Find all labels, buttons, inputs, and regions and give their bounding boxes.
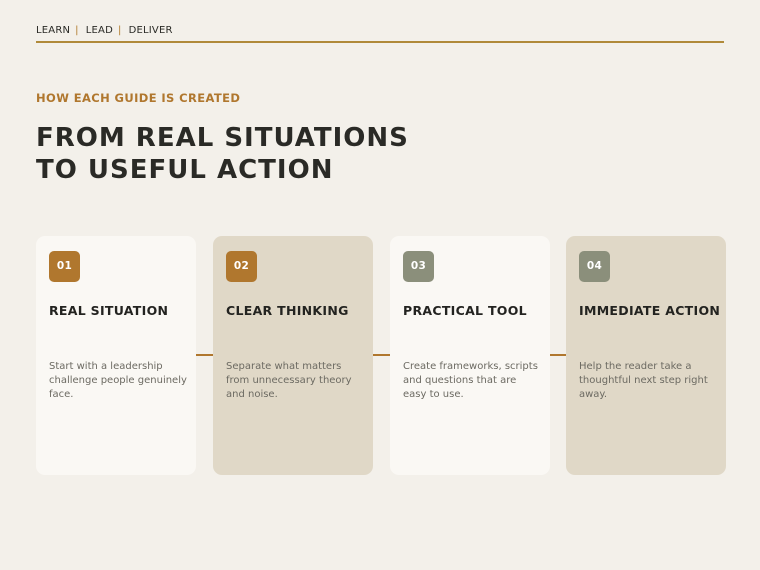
page-title-line-1: FROM REAL SITUATIONS — [36, 123, 409, 153]
section-eyebrow: HOW EACH GUIDE IS CREATED — [36, 91, 241, 105]
step-number-badge: 03 — [403, 251, 434, 282]
page-title-line-2: TO USEFUL ACTION — [36, 155, 334, 185]
step-connector — [549, 354, 567, 356]
step-description: Create frameworks, scripts and questions… — [403, 361, 538, 400]
step-description: Help the reader take a thoughtful next s… — [579, 361, 708, 400]
step-card-immediate-action: 04 IMMEDIATE ACTION Help the reader take… — [566, 236, 726, 475]
nav-separator: | — [75, 24, 79, 36]
step-description: Start with a leadership challenge people… — [49, 361, 187, 400]
page-title: FROM REAL SITUATIONS TO USEFUL ACTION — [36, 122, 409, 186]
nav-item-lead[interactable]: LEAD — [86, 25, 113, 36]
step-number-badge: 01 — [49, 251, 80, 282]
step-title: PRACTICAL TOOL — [403, 303, 527, 318]
step-connector — [195, 354, 213, 356]
step-number-badge: 02 — [226, 251, 257, 282]
header-divider — [36, 41, 724, 43]
step-title: REAL SITUATION — [49, 303, 169, 318]
step-card-clear-thinking: 02 CLEAR THINKING Separate what matters … — [213, 236, 373, 475]
step-title: CLEAR THINKING — [226, 303, 349, 318]
nav-separator: | — [117, 24, 122, 36]
step-description: Separate what matters from unnecessary t… — [226, 361, 352, 400]
nav-item-learn[interactable]: LEARN — [36, 25, 70, 36]
step-number-badge: 04 — [579, 251, 610, 282]
step-card-real-situation: 01 REAL SITUATION Start with a leadershi… — [36, 236, 196, 475]
top-nav: LEARN | LEAD | DELIVER — [36, 23, 173, 37]
nav-item-deliver[interactable]: DELIVER — [129, 25, 173, 36]
step-connector — [372, 354, 390, 356]
step-card-practical-tool: 03 PRACTICAL TOOL Create frameworks, scr… — [390, 236, 550, 475]
step-title: IMMEDIATE ACTION — [579, 303, 721, 318]
